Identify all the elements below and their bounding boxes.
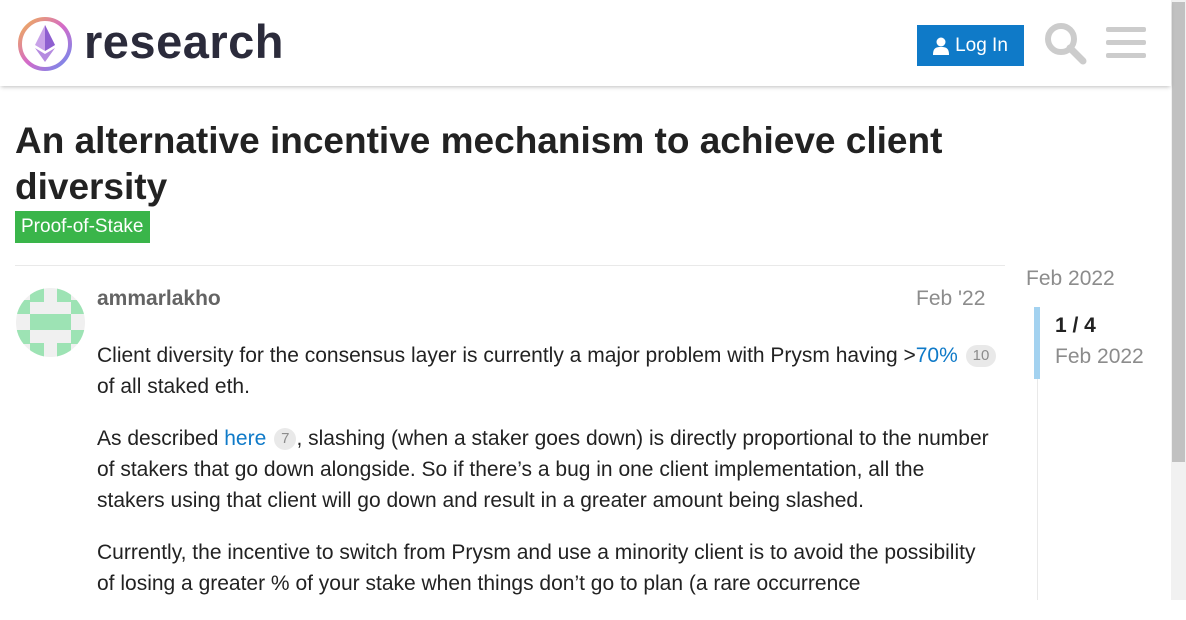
timeline-position[interactable]: 1 / 4 xyxy=(1055,314,1096,338)
hamburger-menu-icon[interactable] xyxy=(1104,21,1148,65)
link-click-count: 10 xyxy=(965,345,997,367)
topic-title[interactable]: An alternative incentive mechanism to ac… xyxy=(15,118,1015,210)
timeline-handle[interactable] xyxy=(1034,307,1040,379)
login-label: Log In xyxy=(955,34,1008,56)
divider xyxy=(15,265,1005,266)
ethereum-logo[interactable] xyxy=(16,15,74,73)
user-icon xyxy=(933,37,950,55)
avatar[interactable] xyxy=(16,288,85,357)
post-date[interactable]: Feb '22 xyxy=(916,287,985,311)
post-body: Client diversity for the consensus layer… xyxy=(97,340,997,620)
site-name[interactable]: research xyxy=(84,14,284,69)
post-username[interactable]: ammarlakho xyxy=(97,287,221,311)
login-button[interactable]: Log In xyxy=(917,25,1024,66)
link-click-count: 7 xyxy=(274,428,297,450)
timeline-current-date[interactable]: Feb 2022 xyxy=(1055,345,1144,369)
search-icon[interactable] xyxy=(1043,21,1087,65)
post-paragraph-1: Client diversity for the consensus layer… xyxy=(97,340,997,402)
link-here[interactable]: here xyxy=(224,427,266,450)
page-scrollbar[interactable] xyxy=(1171,0,1186,600)
link-70-percent[interactable]: 70% xyxy=(916,344,958,367)
post-paragraph-2: As described here 7, slashing (when a st… xyxy=(97,427,989,512)
site-header: research Log In xyxy=(0,0,1171,86)
scrollbar-thumb[interactable] xyxy=(1172,2,1185,462)
post-paragraph-3: Currently, the incentive to switch from … xyxy=(97,541,976,595)
category-badge[interactable]: Proof-of-Stake xyxy=(15,211,150,243)
timeline-start-date[interactable]: Feb 2022 xyxy=(1026,267,1115,291)
